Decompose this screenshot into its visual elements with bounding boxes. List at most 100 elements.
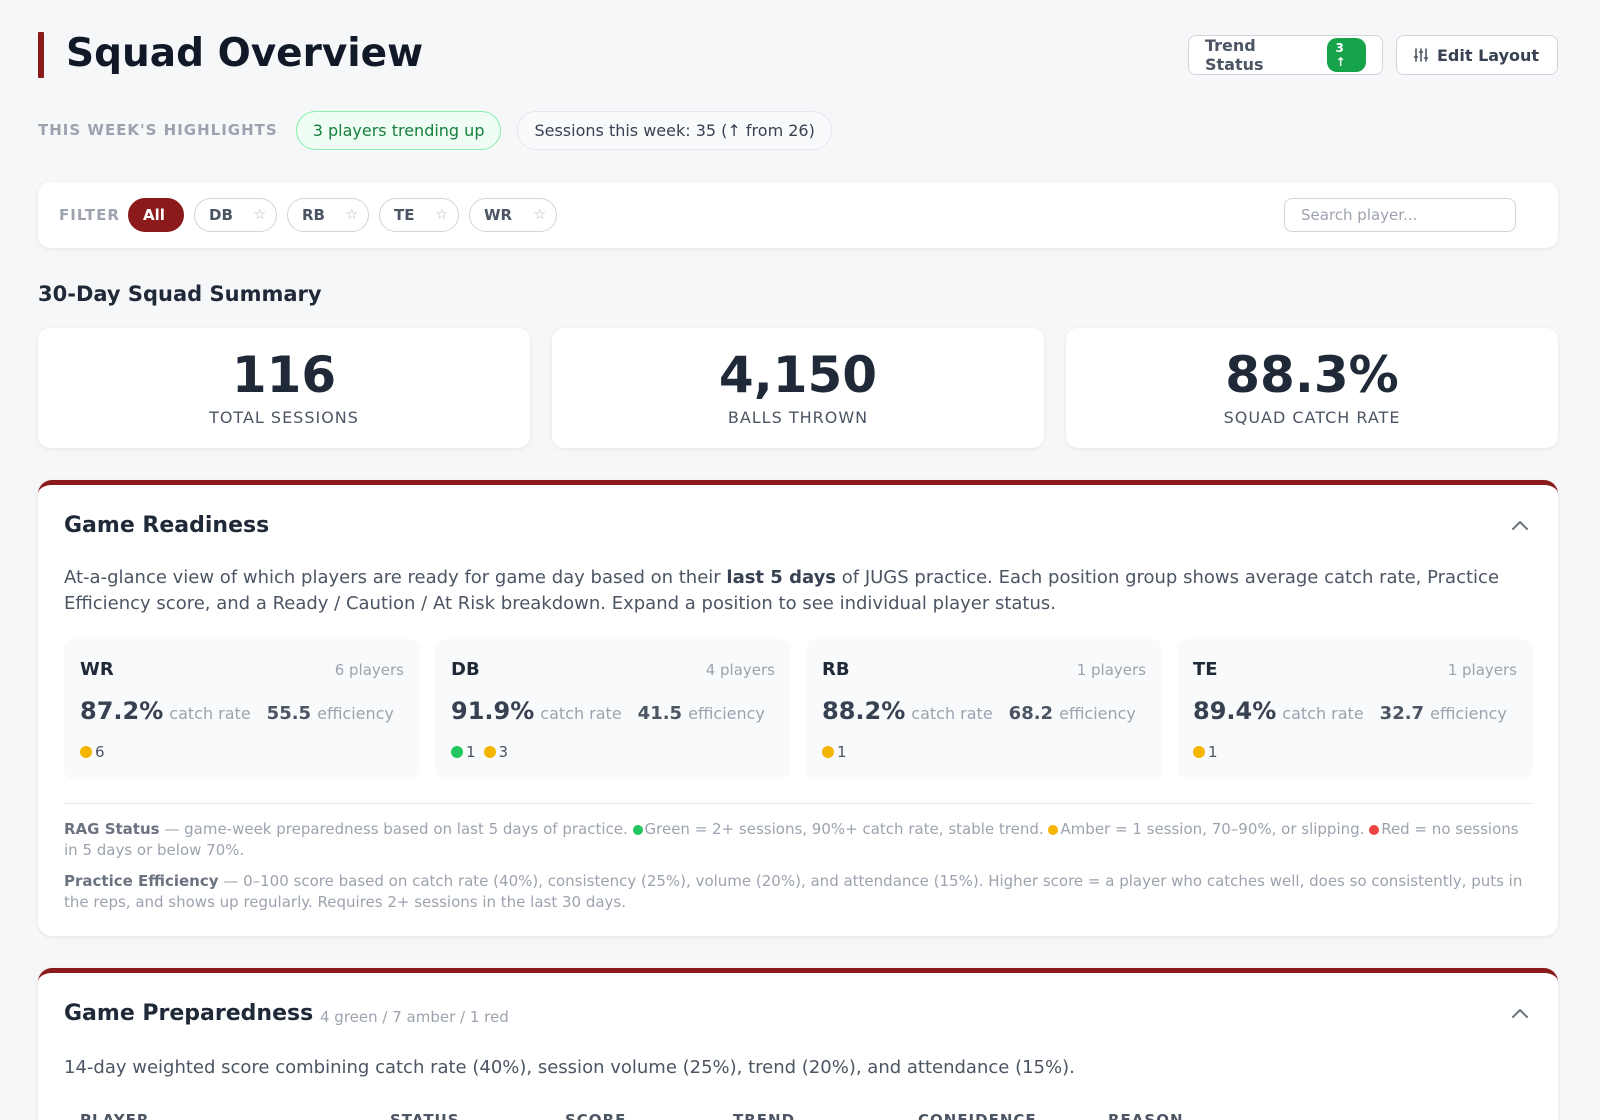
catch-rate-unit: catch rate [540,704,622,723]
rag-amber: 3 [483,743,509,761]
position-card-rb[interactable]: RB 1 players 88.2% catch rate 68.2 effic… [806,639,1162,779]
efficiency-value: 55.5 [266,703,312,724]
column-header-reason[interactable]: REASON [1108,1111,1184,1120]
column-header-score[interactable]: SCORE [565,1111,626,1120]
chip-label: DB [209,206,233,224]
page-title: Squad Overview [66,31,424,76]
column-header-status[interactable]: STATUS [390,1111,460,1120]
amber-dot-icon [822,746,834,758]
highlights-label: THIS WEEK'S HIGHLIGHTS [38,121,278,139]
game-preparedness-panel: Game Preparedness 4 green / 7 amber / 1 … [38,968,1558,1120]
catch-rate-value: 88.2% [822,697,906,725]
trending-up-pill[interactable]: 3 players trending up [295,110,502,150]
efficiency-unit: efficiency [317,704,394,723]
rag-breakdown: 1 [822,743,847,761]
chevron-up-icon[interactable] [1510,1003,1530,1023]
position-name: TE [1193,659,1218,680]
legend-text: — game-week preparedness based on last 5… [159,820,633,838]
panel-title: Game Preparedness [64,1001,314,1026]
efficiency-value: 32.7 [1379,703,1425,724]
catch-rate-unit: catch rate [169,704,251,723]
weekly-highlights: THIS WEEK'S HIGHLIGHTS 3 players trendin… [38,110,832,150]
stat-label: BALLS THROWN [727,408,869,427]
position-count: 1 players [1447,661,1517,679]
efficiency-value: 41.5 [637,703,683,724]
amber-count: 3 [498,743,509,761]
position-name: WR [80,659,114,680]
catch-rate-value: 87.2% [80,697,164,725]
position-stats: 91.9% catch rate 41.5 efficiency [451,697,765,725]
efficiency-value: 68.2 [1008,703,1054,724]
chip-label: RB [302,206,325,224]
stat-card-catch-rate: 88.3% SQUAD CATCH RATE [1066,328,1558,448]
rag-status-legend: RAG Status — game-week preparedness base… [64,819,1532,861]
title-accent-bar [38,32,44,78]
star-icon[interactable]: ☆ [533,207,546,223]
chip-label: WR [484,206,513,224]
chevron-up-icon[interactable] [1510,515,1530,535]
stat-value: 88.3% [1225,346,1399,404]
amber-dot-icon [1048,825,1059,835]
stat-card-sessions: 116 TOTAL SESSIONS [38,328,530,448]
trend-status-button[interactable]: Trend Status 3 ↑ [1188,35,1383,75]
position-stats: 88.2% catch rate 68.2 efficiency [822,697,1136,725]
stat-card-balls: 4,150 BALLS THROWN [552,328,1044,448]
sessions-week-pill: Sessions this week: 35 (↑ from 26) [517,110,832,150]
rag-amber: 1 [822,743,847,761]
readiness-description: At-a-glance view of which players are re… [64,565,1504,617]
legend-title: Practice Efficiency [64,872,219,890]
stat-value: 116 [231,346,337,404]
column-header-trend[interactable]: TREND [733,1111,795,1120]
summary-title: 30-Day Squad Summary [38,282,322,306]
position-count: 6 players [334,661,404,679]
rag-green: 1 [451,743,476,761]
filter-chip-rb[interactable]: RB ☆ [287,198,369,232]
star-icon[interactable]: ☆ [253,207,266,223]
position-stats: 89.4% catch rate 32.7 efficiency [1193,697,1507,725]
position-stats: 87.2% catch rate 55.5 efficiency [80,697,394,725]
efficiency-unit: efficiency [688,704,765,723]
star-icon[interactable]: ☆ [435,207,448,223]
game-readiness-panel: Game Readiness At-a-glance view of which… [38,480,1558,936]
catch-rate-value: 91.9% [451,697,535,725]
position-card-te[interactable]: TE 1 players 89.4% catch rate 32.7 effic… [1177,639,1533,779]
amber-dot-icon [80,746,92,758]
legend-text: — 0–100 score based on catch rate (40%),… [64,872,1523,911]
legend-green: Green = 2+ sessions, 90%+ catch rate, st… [644,820,1049,838]
position-card-wr[interactable]: WR 6 players 87.2% catch rate 55.5 effic… [64,639,420,779]
chip-label: All [143,206,165,224]
amber-dot-icon [1193,746,1205,758]
desc-text: At-a-glance view of which players are re… [64,567,727,588]
column-header-player[interactable]: PLAYER [80,1111,149,1120]
chip-label: TE [394,206,415,224]
amber-count: 1 [1208,743,1218,761]
player-search-input[interactable] [1284,198,1516,232]
star-icon[interactable]: ☆ [345,207,358,223]
efficiency-unit: efficiency [1059,704,1136,723]
page-header: Squad Overview Trend Status 3 ↑ Edit Lay… [38,32,1558,80]
desc-bold: last 5 days [726,567,837,588]
edit-layout-button[interactable]: Edit Layout [1396,35,1558,75]
efficiency-unit: efficiency [1430,704,1507,723]
filter-chip-db[interactable]: DB ☆ [194,198,277,232]
trend-status-badge: 3 ↑ [1327,38,1366,72]
column-header-confidence[interactable]: CONFIDENCE [918,1111,1037,1120]
rag-breakdown: 1 3 [451,743,508,761]
red-dot-icon [1369,825,1380,835]
filter-chip-te[interactable]: TE ☆ [379,198,459,232]
preparedness-description: 14-day weighted score combining catch ra… [64,1057,1075,1078]
rag-breakdown: 6 [80,743,105,761]
edit-layout-label: Edit Layout [1437,45,1540,65]
green-dot-icon [451,746,463,758]
filter-label: FILTER [59,206,120,224]
filter-chip-all[interactable]: All [128,198,184,232]
filter-bar: FILTER All DB ☆ RB ☆ TE ☆ WR ☆ [38,182,1558,248]
position-count: 4 players [705,661,775,679]
amber-count: 1 [837,743,847,761]
filter-chip-wr[interactable]: WR ☆ [469,198,557,232]
position-card-db[interactable]: DB 4 players 91.9% catch rate 41.5 effic… [435,639,791,779]
rag-summary: 4 green / 7 amber / 1 red [320,1008,509,1026]
practice-efficiency-legend: Practice Efficiency — 0–100 score based … [64,871,1532,913]
trend-status-label: Trend Status [1205,36,1264,74]
catch-rate-unit: catch rate [911,704,993,723]
